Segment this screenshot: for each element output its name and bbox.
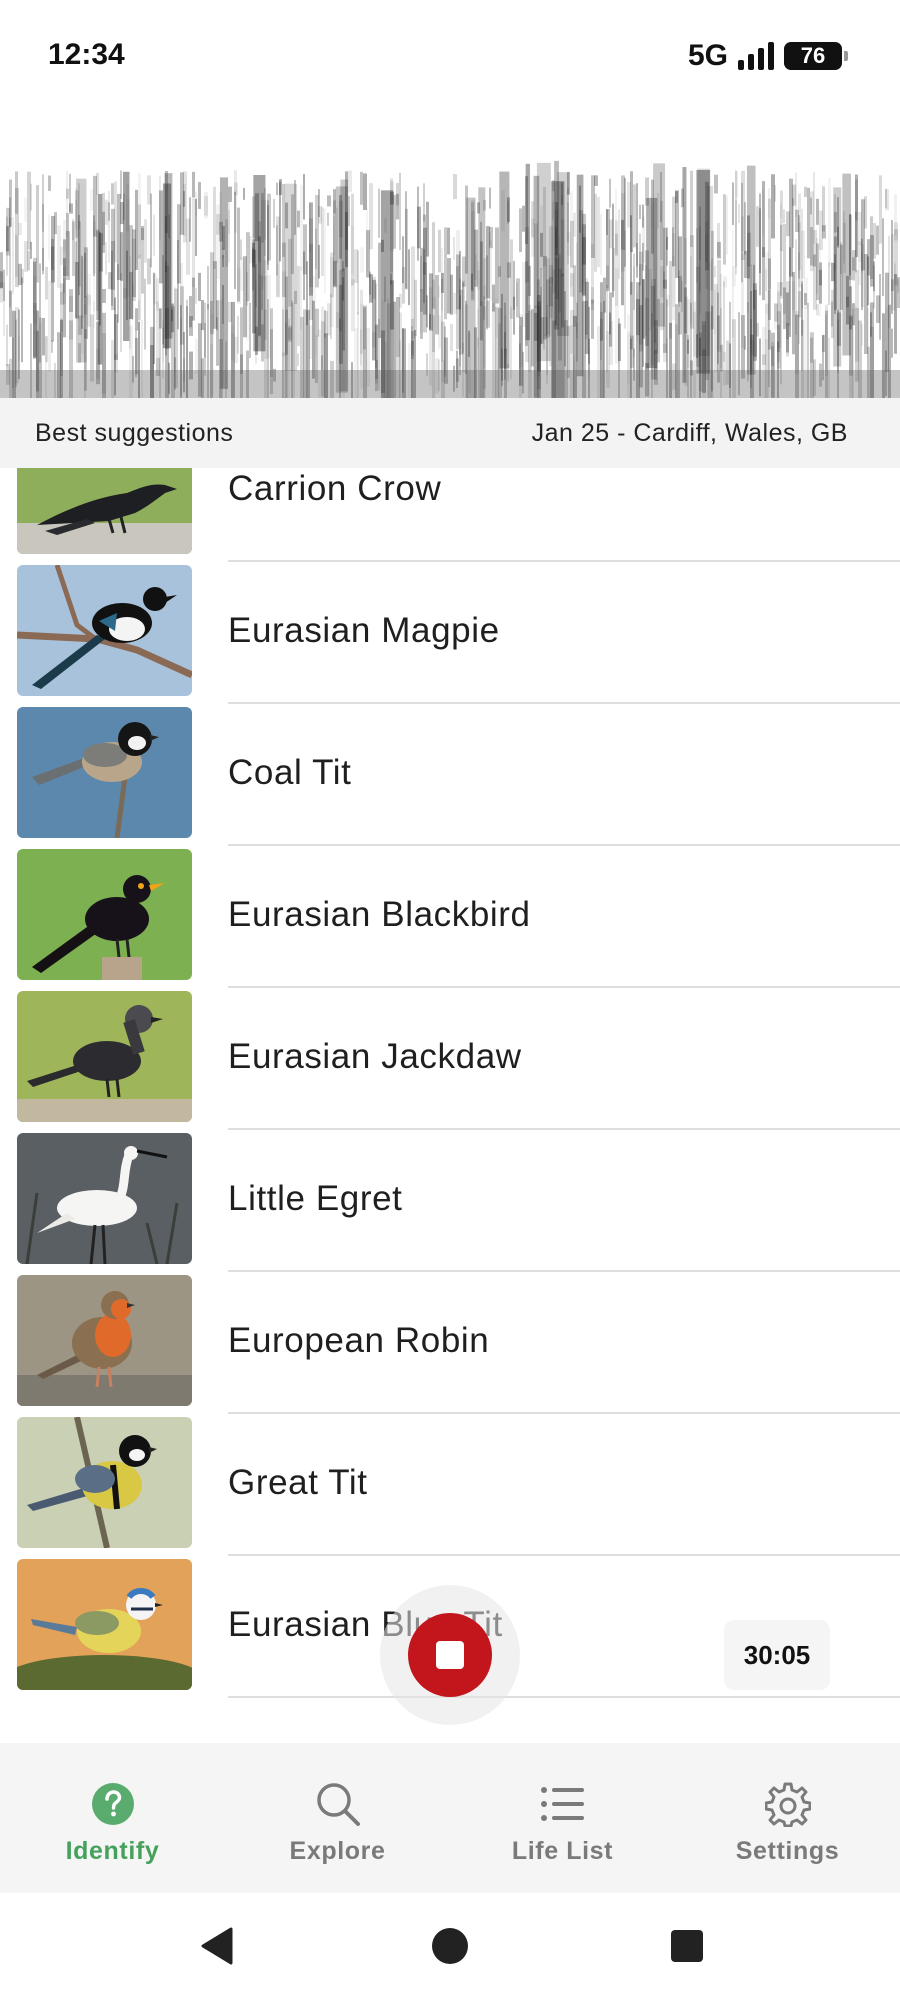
suggestions-title: Best suggestions — [35, 418, 234, 447]
stop-recording-button[interactable] — [408, 1613, 492, 1697]
species-list[interactable]: Carrion Crow Eurasian Magpie Coal Tit Eu… — [0, 468, 900, 1743]
battery-icon: 76 — [784, 42, 848, 70]
nav-label: Explore — [289, 1837, 386, 1865]
nav-life-list[interactable]: Life List — [450, 1743, 675, 1893]
system-navigation-bar — [0, 1893, 900, 2000]
recents-icon[interactable] — [664, 1923, 710, 1969]
nav-label: Life List — [511, 1837, 614, 1865]
signal-icon — [738, 42, 774, 70]
back-icon[interactable] — [193, 1923, 239, 1969]
species-name: Eurasian Magpie — [228, 610, 500, 650]
coal-tit-photo — [17, 707, 192, 838]
home-icon[interactable] — [427, 1923, 473, 1969]
great-tit-photo — [17, 1417, 192, 1548]
stop-icon — [436, 1641, 464, 1669]
status-indicators: 5G 76 — [687, 38, 848, 74]
species-name: Coal Tit — [228, 752, 352, 792]
nav-label: Settings — [735, 1837, 840, 1865]
search-icon — [315, 1781, 361, 1827]
species-name: Great Tit — [228, 1462, 368, 1502]
species-row-european-robin[interactable]: European Robin — [0, 1272, 900, 1414]
spectrogram — [0, 140, 900, 398]
bottom-navigation: Identify Explore Life List Settings — [0, 1743, 900, 1893]
species-row-carrion-crow[interactable]: Carrion Crow — [0, 468, 900, 562]
european-robin-photo — [17, 1275, 192, 1406]
species-name: Eurasian Jackdaw — [228, 1036, 522, 1076]
status-bar: 12:34 5G 76 — [0, 0, 900, 115]
species-row-great-tit[interactable]: Great Tit — [0, 1414, 900, 1556]
species-name: Little Egret — [228, 1178, 403, 1218]
eurasian-magpie-photo — [17, 565, 192, 696]
species-row-little-egret[interactable]: Little Egret — [0, 1130, 900, 1272]
list-icon — [540, 1781, 586, 1827]
status-time: 12:34 — [48, 38, 125, 71]
network-label: 5G — [687, 39, 728, 72]
species-row-eurasian-blackbird[interactable]: Eurasian Blackbird — [0, 846, 900, 988]
recording-timer: 30:05 — [724, 1620, 830, 1690]
nav-label: Identify — [65, 1837, 160, 1865]
nav-settings[interactable]: Settings — [675, 1743, 900, 1893]
divider — [228, 1696, 900, 1698]
eurasian-blackbird-photo — [17, 849, 192, 980]
species-row-eurasian-jackdaw[interactable]: Eurasian Jackdaw — [0, 988, 900, 1130]
nav-explore[interactable]: Explore — [225, 1743, 450, 1893]
question-circle-icon — [90, 1781, 136, 1827]
species-row-coal-tit[interactable]: Coal Tit — [0, 704, 900, 846]
suggestions-header: Best suggestions Jan 25 - Cardiff, Wales… — [0, 398, 900, 468]
species-row-eurasian-magpie[interactable]: Eurasian Magpie — [0, 562, 900, 704]
eurasian-jackdaw-photo — [17, 991, 192, 1122]
nav-identify[interactable]: Identify — [0, 1743, 225, 1893]
spectrogram-image — [0, 160, 900, 398]
little-egret-photo — [17, 1133, 192, 1264]
date-location: Jan 25 - Cardiff, Wales, GB — [531, 418, 848, 447]
species-name: Eurasian Blackbird — [228, 894, 531, 934]
eurasian-blue-tit-photo — [17, 1559, 192, 1690]
carrion-crow-photo — [17, 468, 192, 554]
gear-icon — [764, 1781, 811, 1827]
species-name: Carrion Crow — [228, 468, 442, 508]
species-name: European Robin — [228, 1320, 490, 1360]
